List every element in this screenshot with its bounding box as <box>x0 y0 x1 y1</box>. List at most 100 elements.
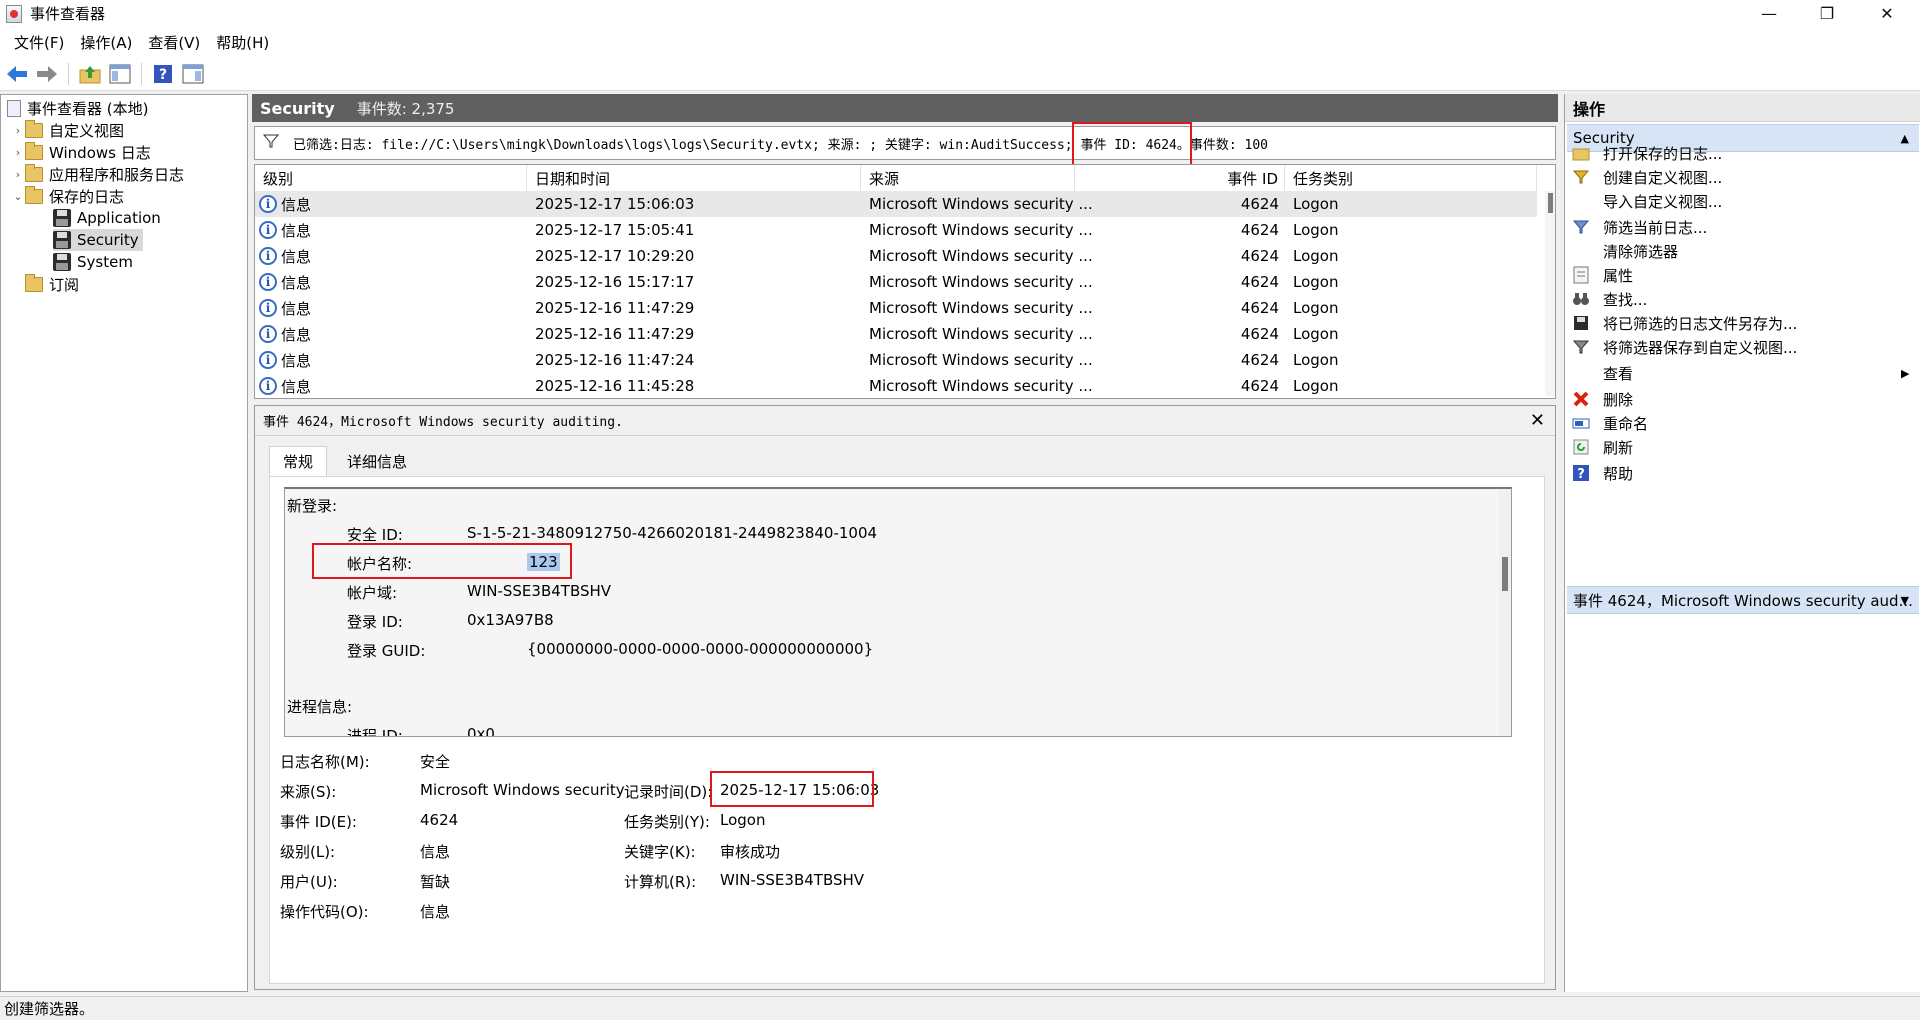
info-icon: i <box>259 247 277 265</box>
log-header: Security 事件数: 2,375 <box>252 94 1558 122</box>
tree-root[interactable]: 事件查看器 (本地) <box>7 97 148 119</box>
col-header-source[interactable]: 来源 <box>861 165 1075 191</box>
tree-item-windows-logs[interactable]: › Windows 日志 <box>11 141 151 163</box>
table-row[interactable]: i 信息 2025-12-16 11:45:28 Microsoft Windows … <box>255 373 1537 398</box>
action-item[interactable]: 将筛选器保存到自定义视图... <box>1571 334 1917 360</box>
cell-level: i 信息 <box>255 191 527 217</box>
cell-event-id: 4624 <box>1240 221 1279 239</box>
menu-file[interactable]: 文件(F) <box>6 32 72 53</box>
action-item[interactable]: ? 帮助 <box>1571 460 1917 486</box>
prop-logged-label: 记录时间(D): <box>624 783 713 801</box>
action-item[interactable]: 查找... <box>1571 286 1917 312</box>
tree-item-label: Application <box>77 209 161 227</box>
general-tab-body: 新登录: 安全 ID: S-1-5-21-3480912750-42660201… <box>269 476 1545 984</box>
action-item[interactable]: 重命名 <box>1571 410 1917 436</box>
prop-user-label: 用户(U): <box>280 873 338 891</box>
chevron-right-icon[interactable]: › <box>11 146 25 159</box>
tree-item-label: Windows 日志 <box>49 143 151 162</box>
events-table[interactable]: 级别 日期和时间 来源 事件 ID 任务类别 i 信息 2025-12-17 15:… <box>254 164 1556 399</box>
action-item[interactable]: 属性 <box>1571 262 1917 288</box>
col-header-event-id[interactable]: 事件 ID <box>1075 165 1285 191</box>
help-icon[interactable]: ? <box>150 61 176 87</box>
menu-help[interactable]: 帮助(H) <box>208 32 277 53</box>
chevron-down-icon[interactable]: ⌄ <box>11 190 25 203</box>
col-header-datetime[interactable]: 日期和时间 <box>527 165 861 191</box>
cell-task-category: Logon <box>1293 247 1339 265</box>
up-folder-icon[interactable] <box>77 61 103 87</box>
show-hide-tree-icon[interactable] <box>107 61 133 87</box>
action-item[interactable]: 刷新 <box>1571 434 1917 460</box>
minimize-button[interactable]: — <box>1740 0 1798 27</box>
cell-source: Microsoft Windows security ... <box>869 299 1093 317</box>
cell-level: i 信息 <box>255 373 527 398</box>
tree-item-security[interactable]: Security <box>53 229 143 251</box>
close-window-button[interactable]: ✕ <box>1858 0 1916 27</box>
table-row[interactable]: i 信息 2025-12-17 15:05:41 Microsoft Windows … <box>255 217 1537 243</box>
action-item[interactable]: 筛选当前日志... <box>1571 214 1917 240</box>
collapse-down-icon[interactable]: ▼ <box>1901 594 1909 607</box>
tree-item-custom-views[interactable]: › 自定义视图 <box>11 119 124 141</box>
toolbar-separator <box>141 62 142 85</box>
tree-item-subscriptions[interactable]: 订阅 <box>25 273 79 295</box>
action-item-label: 帮助 <box>1603 464 1634 483</box>
cell-source: Microsoft Windows security ... <box>869 247 1093 265</box>
table-row[interactable]: i 信息 2025-12-16 11:47:29 Microsoft Windows … <box>255 295 1537 321</box>
table-scrollbar[interactable] <box>1545 191 1555 396</box>
svg-text:?: ? <box>159 67 167 83</box>
back-arrow-icon[interactable] <box>4 61 30 87</box>
help-icon: ? <box>1571 463 1591 483</box>
tree-item-label: 自定义视图 <box>49 121 125 140</box>
table-row[interactable]: i 信息 2025-12-17 10:29:20 Microsoft Windows … <box>255 243 1537 269</box>
table-row[interactable]: i 信息 2025-12-16 15:17:17 Microsoft Windows … <box>255 269 1537 295</box>
saved-log-disk-icon <box>53 231 71 249</box>
msg-process-info: 进程信息: <box>287 698 353 716</box>
forward-arrow-icon[interactable] <box>34 61 60 87</box>
prop-level: 信息 <box>420 843 451 861</box>
action-item[interactable]: 将已筛选的日志文件另存为... <box>1571 310 1917 336</box>
chevron-right-icon[interactable]: › <box>11 124 25 137</box>
info-icon: i <box>259 299 277 317</box>
cell-task-category: Logon <box>1293 221 1339 239</box>
tree-item-application[interactable]: Application <box>53 207 161 229</box>
chevron-right-icon[interactable]: › <box>11 168 25 181</box>
tab-details[interactable]: 详细信息 <box>333 446 421 476</box>
action-item[interactable]: 清除筛选器 <box>1571 238 1917 264</box>
col-header-level[interactable]: 级别 <box>255 165 527 191</box>
table-row[interactable]: i 信息 2025-12-16 11:47:29 Microsoft Windows … <box>255 321 1537 347</box>
action-item[interactable]: 打开保存的日志... <box>1571 140 1917 166</box>
tree-item-saved-logs[interactable]: ⌄ 保存的日志 <box>11 185 124 207</box>
svg-text:?: ? <box>1577 467 1585 482</box>
table-row[interactable]: i 信息 2025-12-17 15:06:03 Microsoft Windows … <box>255 191 1537 217</box>
msg-process-id: 0x0 <box>467 725 495 737</box>
restore-button[interactable]: ❐ <box>1798 0 1856 27</box>
menu-action[interactable]: 操作(A) <box>72 32 140 53</box>
col-header-task-category[interactable]: 任务类别 <box>1285 165 1537 191</box>
action-item[interactable]: 创建自定义视图... <box>1571 164 1917 190</box>
msg-security-id: S-1-5-21-3480912750-4266020181-244982384… <box>467 524 878 542</box>
action-item[interactable]: 删除 <box>1571 386 1917 412</box>
action-item[interactable]: 查看 ▶ <box>1571 360 1917 386</box>
scrollbar-thumb[interactable] <box>1548 193 1553 213</box>
actions-pane: 操作 Security ▲ 打开保存的日志... 创建自定义视图... 导入自定义视… <box>1564 94 1920 992</box>
message-scrollbar[interactable] <box>1499 489 1511 736</box>
table-row[interactable]: i 信息 2025-12-16 11:47:24 Microsoft Windows … <box>255 347 1537 373</box>
cell-level: i 信息 <box>255 321 527 347</box>
scrollbar-thumb[interactable] <box>1502 557 1508 591</box>
actions-section-event[interactable]: 事件 4624，Microsoft Windows security aud..… <box>1567 586 1919 614</box>
cell-task-category: Logon <box>1293 299 1339 317</box>
close-detail-button[interactable]: ✕ <box>1530 410 1545 431</box>
tree-item-app-service-logs[interactable]: › 应用程序和服务日志 <box>11 163 184 185</box>
tree-item-system[interactable]: System <box>53 251 133 273</box>
menu-view[interactable]: 查看(V) <box>140 32 208 53</box>
action-item[interactable]: 导入自定义视图... <box>1571 188 1917 214</box>
msg-new-logon: 新登录: <box>287 497 338 515</box>
cell-task-category: Logon <box>1293 377 1339 395</box>
cell-datetime: 2025-12-16 11:45:28 <box>535 377 695 395</box>
tab-general[interactable]: 常规 <box>269 446 327 476</box>
log-event-count: 事件数: 2,375 <box>356 99 455 118</box>
tree-item-label: 订阅 <box>49 275 80 294</box>
msg-account-domain-label: 帐户域: <box>347 584 398 602</box>
show-hide-action-pane-icon[interactable] <box>180 61 206 87</box>
cell-datetime: 2025-12-16 11:47:29 <box>535 299 695 317</box>
event-message-box[interactable]: 新登录: 安全 ID: S-1-5-21-3480912750-42660201… <box>284 487 1512 737</box>
